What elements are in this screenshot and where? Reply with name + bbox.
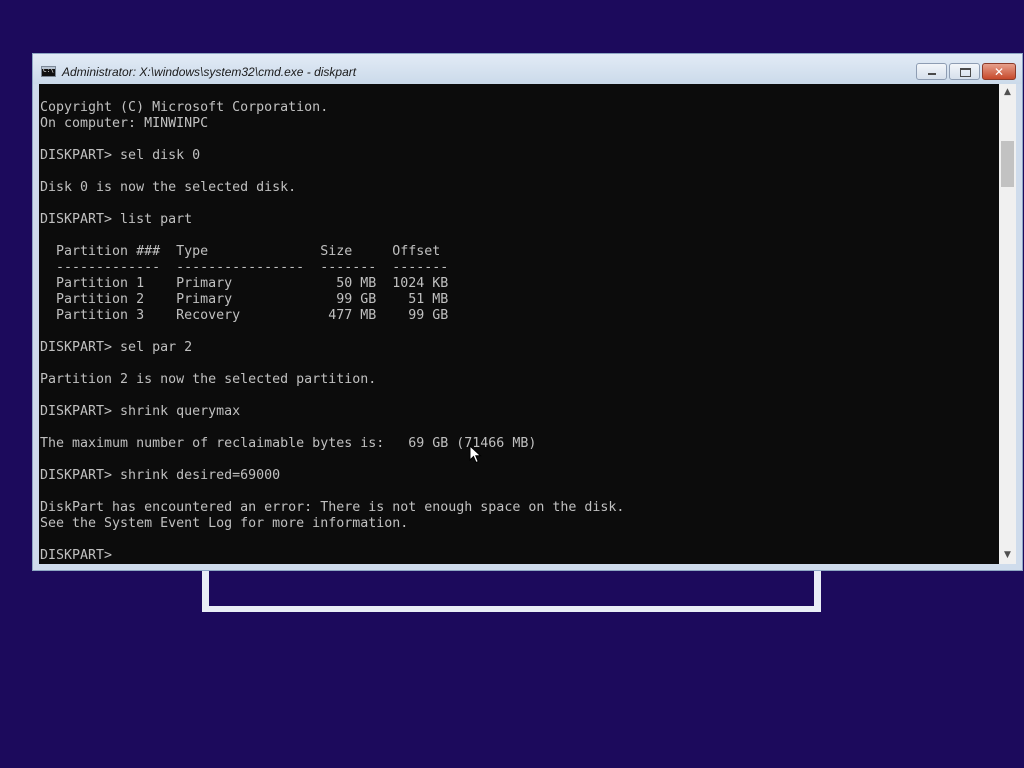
console-line: Disk 0 is now the selected disk. xyxy=(40,180,297,195)
console-line: DISKPART> shrink desired=69000 xyxy=(40,468,281,483)
console-output[interactable]: Copyright (C) Microsoft Corporation. On … xyxy=(39,84,999,564)
close-icon: ✕ xyxy=(993,65,1005,79)
cmd-icon[interactable]: C:\ xyxy=(41,66,56,77)
console-line: Copyright (C) Microsoft Corporation. xyxy=(40,100,329,115)
window-title: Administrator: X:\windows\system32\cmd.e… xyxy=(62,65,357,79)
scroll-up-button[interactable]: ▲ xyxy=(999,84,1016,101)
console-line: ------------- ---------------- ------- -… xyxy=(40,260,449,275)
setup-window-inner xyxy=(209,565,814,606)
vertical-scrollbar[interactable]: ▲ ▼ xyxy=(999,84,1016,564)
console-line: Partition ### Type Size Offset xyxy=(40,244,441,259)
scroll-thumb[interactable] xyxy=(1001,141,1014,187)
close-button[interactable]: ✕ xyxy=(982,63,1016,80)
console-line: DISKPART> list part xyxy=(40,212,193,227)
maximize-button[interactable] xyxy=(949,63,980,80)
console-line: Partition 2 Primary 99 GB 51 MB xyxy=(40,292,449,307)
console-line: Partition 1 Primary 50 MB 1024 KB xyxy=(40,276,449,291)
console-line: DiskPart has encountered an error: There… xyxy=(40,500,625,515)
console-line: Partition 3 Recovery 477 MB 99 GB xyxy=(40,308,449,323)
scroll-down-button[interactable]: ▼ xyxy=(999,547,1016,564)
minimize-button[interactable] xyxy=(916,63,947,80)
console-line: DISKPART> sel disk 0 xyxy=(40,148,201,163)
mouse-pointer-icon xyxy=(469,445,482,464)
console-line: DISKPART> shrink querymax xyxy=(40,404,241,419)
console-line: On computer: MINWINPC xyxy=(40,116,209,131)
title-bar[interactable]: C:\ Administrator: X:\windows\system32\c… xyxy=(33,54,1022,84)
minimize-icon xyxy=(917,64,946,79)
maximize-icon xyxy=(950,64,979,79)
console-line: See the System Event Log for more inform… xyxy=(40,516,409,531)
console-line: DISKPART> sel par 2 xyxy=(40,340,193,355)
cmd-window: C:\ Administrator: X:\windows\system32\c… xyxy=(32,53,1023,571)
console-line: The maximum number of reclaimable bytes … xyxy=(40,436,537,451)
console-line: DISKPART> xyxy=(40,548,121,563)
console-text: Copyright (C) Microsoft Corporation. On … xyxy=(39,84,999,564)
setup-window-frame xyxy=(202,565,821,612)
window-controls: ✕ xyxy=(914,63,1016,82)
console-line: Partition 2 is now the selected partitio… xyxy=(40,372,377,387)
